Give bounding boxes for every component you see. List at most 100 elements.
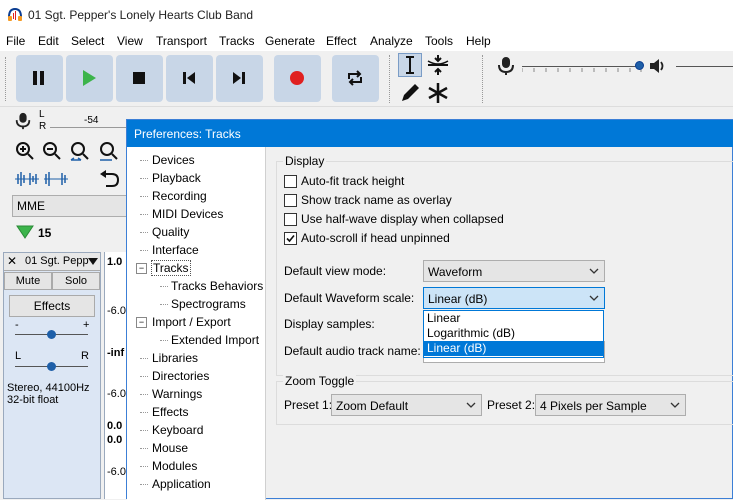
meter-scale-label: -54 <box>84 115 99 126</box>
tree-item-tracks[interactable]: Tracks <box>151 260 191 276</box>
menu-select[interactable]: Select <box>71 34 104 48</box>
waveform-scale-option[interactable]: Linear <box>424 311 603 326</box>
tree-item-application[interactable]: Application <box>152 477 211 491</box>
playback-volume-slider[interactable] <box>676 66 733 67</box>
menu-effect[interactable]: Effect <box>326 34 356 48</box>
menu-tracks[interactable]: Tracks <box>219 34 255 48</box>
auto-scroll-label: Auto-scroll if head unpinned <box>301 231 450 245</box>
tree-item-spectrograms[interactable]: Spectrograms <box>171 297 246 311</box>
tree-item-mouse[interactable]: Mouse <box>152 441 188 455</box>
tree-item-warnings[interactable]: Warnings <box>152 387 202 401</box>
menu-transport[interactable]: Transport <box>156 34 207 48</box>
waveform-vertical-ruler[interactable]: 1.0 -6.0 -inf -6.0 0.0 0.0 -6.0 <box>104 252 126 499</box>
show-track-name-checkbox[interactable] <box>284 194 297 207</box>
loop-button[interactable] <box>332 55 379 102</box>
tree-connector <box>140 484 148 485</box>
toolbar-separator <box>389 55 391 103</box>
skip-to-start-icon <box>183 72 195 84</box>
fit-selection-icon[interactable] <box>69 141 91 163</box>
record-meter-bar[interactable] <box>50 127 126 128</box>
menu-tools[interactable]: Tools <box>425 34 453 48</box>
tree-item-libraries[interactable]: Libraries <box>152 351 198 365</box>
auto-fit-checkbox[interactable] <box>284 175 297 188</box>
ruler-label: -inf <box>107 347 125 359</box>
zoom-out-icon[interactable] <box>42 141 62 161</box>
record-button[interactable] <box>274 55 321 102</box>
gain-slider-thumb[interactable] <box>47 330 56 339</box>
fit-project-icon[interactable] <box>98 141 120 163</box>
track-close-icon[interactable]: ✕ <box>7 254 17 268</box>
menu-file[interactable]: File <box>6 34 25 48</box>
skip-to-start-button[interactable] <box>166 55 213 102</box>
audio-host-select[interactable]: MME <box>12 195 126 217</box>
tree-expander-icon[interactable]: − <box>136 263 147 274</box>
timeline-ruler[interactable]: 15 <box>0 222 126 244</box>
view-mode-select[interactable]: Waveform <box>423 260 605 282</box>
toolbar-grip[interactable] <box>5 57 9 101</box>
play-head-icon[interactable] <box>16 225 34 239</box>
track-name-button[interactable]: 01 Sgt. Pepp <box>25 255 89 267</box>
record-meter-microphone-icon[interactable] <box>14 111 32 131</box>
tree-item-tracks-behaviors[interactable]: Tracks Behaviors <box>171 279 263 293</box>
tree-item-interface[interactable]: Interface <box>152 243 199 257</box>
tree-item-directories[interactable]: Directories <box>152 369 209 383</box>
track-info-format: Stereo, 44100Hz <box>7 382 90 394</box>
undo-icon[interactable] <box>98 169 120 189</box>
tree-item-devices[interactable]: Devices <box>152 153 195 167</box>
view-mode-value: Waveform <box>428 265 483 279</box>
title-bar: 01 Sgt. Pepper's Lonely Hearts Club Band <box>0 0 733 31</box>
zoom-in-icon[interactable] <box>15 141 35 161</box>
menu-view[interactable]: View <box>117 34 143 48</box>
silence-audio-icon[interactable] <box>43 170 69 188</box>
waveform-scale-option[interactable]: Logarithmic (dB) <box>424 326 603 341</box>
menu-generate[interactable]: Generate <box>265 34 315 48</box>
tree-connector <box>140 466 148 467</box>
track-menu-chevron-icon[interactable] <box>88 258 98 265</box>
pause-button[interactable] <box>16 55 63 102</box>
preset2-value: 4 Pixels per Sample <box>540 399 647 413</box>
auto-scroll-checkbox[interactable] <box>284 232 297 245</box>
half-wave-checkbox[interactable] <box>284 213 297 226</box>
tree-item-keyboard[interactable]: Keyboard <box>152 423 203 437</box>
draw-tool[interactable] <box>398 81 422 105</box>
preset2-label: Preset 2: <box>487 398 536 412</box>
trim-audio-icon[interactable] <box>14 170 40 188</box>
tracks-preferences-panel: Display Auto-fit track height Show track… <box>271 147 733 500</box>
stop-button[interactable] <box>116 55 163 102</box>
waveform-scale-select[interactable]: Linear (dB) <box>423 287 605 309</box>
recording-volume-thumb[interactable] <box>635 61 644 70</box>
checkmark-icon <box>286 234 295 243</box>
tree-item-quality[interactable]: Quality <box>152 225 189 239</box>
tree-item-midi-devices[interactable]: MIDI Devices <box>152 207 223 221</box>
tree-expander-icon[interactable]: − <box>136 317 147 328</box>
mute-button[interactable]: Mute <box>4 272 52 290</box>
envelope-tool[interactable] <box>426 53 450 77</box>
menu-help[interactable]: Help <box>466 34 491 48</box>
preset2-select[interactable]: 4 Pixels per Sample <box>535 394 686 416</box>
dialog-title-bar[interactable]: Preferences: Tracks <box>127 120 733 147</box>
waveform-scale-option-selected[interactable]: Linear (dB) <box>424 341 603 356</box>
play-button[interactable] <box>66 55 113 102</box>
tree-item-import-export[interactable]: Import / Export <box>152 315 231 329</box>
selection-tool[interactable] <box>398 53 422 77</box>
ruler-label: -6.0 <box>107 388 126 400</box>
preset1-select[interactable]: Zoom Default <box>331 394 482 416</box>
track-header: ✕ 01 Sgt. Pepp <box>4 253 100 271</box>
skip-to-end-button[interactable] <box>216 55 263 102</box>
tree-item-extended-import[interactable]: Extended Import <box>171 333 259 347</box>
menu-analyze[interactable]: Analyze <box>370 34 413 48</box>
menu-edit[interactable]: Edit <box>38 34 59 48</box>
pan-left-label: L <box>15 350 22 362</box>
tree-item-recording[interactable]: Recording <box>152 189 207 203</box>
pan-slider-thumb[interactable] <box>47 362 56 371</box>
waveform-scale-label: Default Waveform scale: <box>284 291 415 305</box>
tree-item-modules[interactable]: Modules <box>152 459 197 473</box>
effects-button[interactable]: Effects <box>9 295 95 317</box>
multi-tool[interactable] <box>426 81 450 105</box>
tree-item-playback[interactable]: Playback <box>152 171 201 185</box>
recording-volume-slider[interactable] <box>522 66 642 67</box>
ruler-label: -6.0 <box>107 305 126 317</box>
solo-button[interactable]: Solo <box>52 272 100 290</box>
tree-item-effects[interactable]: Effects <box>152 405 188 419</box>
display-samples-label: Display samples: <box>284 317 375 331</box>
